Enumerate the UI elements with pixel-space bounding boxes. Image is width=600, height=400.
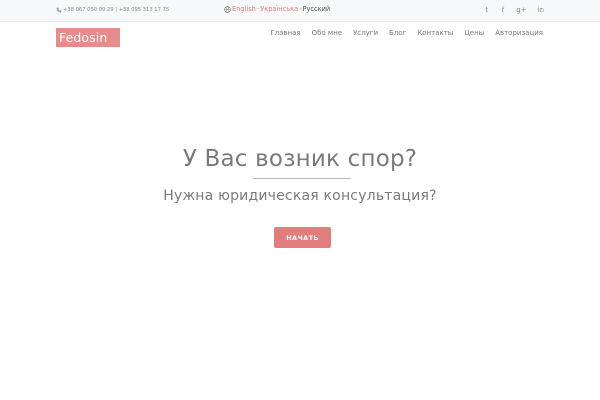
start-button[interactable]: НАЧАТЬ	[274, 227, 331, 248]
facebook-icon[interactable]: f	[500, 5, 505, 15]
lang-english[interactable]: English	[232, 5, 256, 13]
social-links: t f g+ in	[484, 5, 544, 15]
phone-icon	[56, 7, 62, 13]
google-plus-icon[interactable]: g+	[516, 5, 526, 15]
hero-divider	[253, 178, 351, 179]
nav-item-home[interactable]: Главная	[270, 29, 300, 37]
nav-item-blog[interactable]: Блог	[389, 29, 406, 37]
hero-subtitle: Нужна юридическая консультация?	[163, 188, 437, 204]
nav-item-contacts[interactable]: Контакты	[417, 29, 453, 37]
top-bar: +38 067 050 00 29 | +38 095 313 17 75 En…	[0, 0, 600, 22]
phones-text: +38 067 050 00 29 | +38 095 313 17 75	[63, 7, 170, 13]
lang-ukrainian[interactable]: Українська	[260, 5, 298, 13]
nav-item-about[interactable]: Обо мне	[312, 29, 343, 37]
hero-section: У Вас возник спор? Нужна юридическая кон…	[0, 50, 600, 400]
site-header: Fedosin Главная Обо мне Услуги Блог Конт…	[0, 22, 600, 50]
linkedin-icon[interactable]: in	[538, 5, 544, 15]
globe-icon	[224, 5, 231, 13]
nav-item-prices[interactable]: Цены	[464, 29, 484, 37]
site-logo[interactable]: Fedosin	[56, 28, 120, 47]
nav-item-login[interactable]: Авторизация	[495, 29, 543, 37]
lang-russian[interactable]: Русский	[303, 5, 331, 13]
main-nav: Главная Обо мне Услуги Блог Контакты Цен…	[270, 29, 543, 37]
twitter-icon[interactable]: t	[484, 5, 489, 15]
nav-item-services[interactable]: Услуги	[353, 29, 378, 37]
hero-title: У Вас возник спор?	[182, 146, 418, 172]
language-switcher: English - Українська - Русский	[224, 5, 330, 13]
contact-phones: +38 067 050 00 29 | +38 095 313 17 75	[56, 7, 169, 13]
